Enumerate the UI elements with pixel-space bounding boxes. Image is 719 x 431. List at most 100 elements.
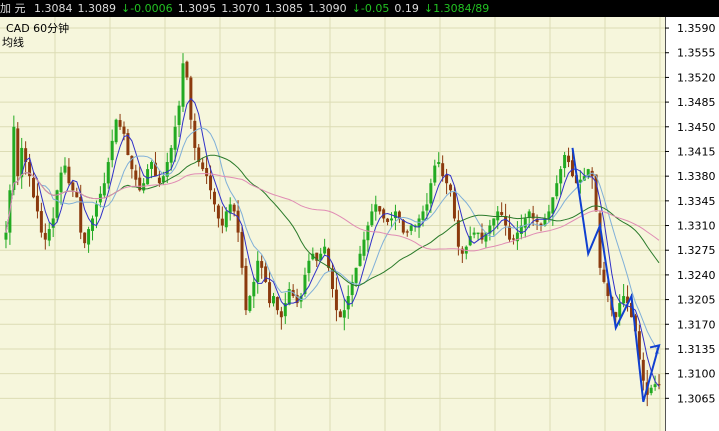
y-tick-label: 1.3205 bbox=[677, 294, 716, 307]
candle-body bbox=[106, 162, 110, 184]
candle-body bbox=[4, 232, 8, 240]
candle-body bbox=[47, 229, 51, 241]
candle-body bbox=[118, 120, 122, 127]
chart-ma-label: 均线 bbox=[2, 35, 24, 49]
candle-body bbox=[63, 165, 67, 173]
candle-body bbox=[256, 260, 260, 282]
candle-body bbox=[338, 311, 342, 318]
quote-field-8: 0.19 bbox=[394, 2, 419, 15]
candle-body bbox=[496, 211, 500, 221]
candle-body bbox=[193, 120, 197, 148]
candle-body bbox=[358, 253, 362, 266]
candle-body bbox=[173, 126, 177, 150]
quote-field-5: 1.3085 bbox=[264, 2, 304, 15]
candle-body bbox=[354, 267, 358, 283]
candlestick-chart[interactable]: 1.3590 1.3555 1.3520 1.3485 1.3450 1.3415 1.33… bbox=[0, 17, 719, 431]
y-tick-label: 1.3100 bbox=[677, 368, 716, 381]
candle-body bbox=[551, 197, 555, 214]
quote-field-0: 1.3084 bbox=[34, 2, 73, 15]
candle-body bbox=[268, 282, 272, 304]
candle-body bbox=[244, 265, 248, 311]
candle-body bbox=[169, 147, 173, 163]
candle-body bbox=[570, 160, 574, 177]
candle-body bbox=[641, 359, 645, 381]
candle-body bbox=[567, 155, 571, 163]
candle-body bbox=[59, 172, 63, 193]
candle-body bbox=[43, 232, 47, 240]
quote-fields: 1.3084 1.3089 ↓-0.0006 1.3095 1.3070 1.3085 1.… bbox=[34, 0, 494, 17]
quote-field-1: 1.3089 bbox=[77, 2, 117, 15]
candle-body bbox=[386, 218, 390, 222]
candle-body bbox=[602, 269, 606, 282]
candle-body bbox=[323, 246, 327, 254]
candle-body bbox=[16, 128, 20, 177]
chart-symbol-label: CAD 60分钟 bbox=[6, 21, 69, 35]
instrument-name: 加 元 bbox=[0, 2, 26, 15]
candle-body bbox=[390, 218, 394, 221]
candle-body bbox=[87, 229, 91, 245]
y-tick-label: 1.3415 bbox=[677, 145, 716, 158]
candle-body bbox=[39, 211, 43, 233]
y-tick-label: 1.3310 bbox=[677, 220, 716, 233]
candle-body bbox=[449, 184, 453, 191]
candle-body bbox=[236, 210, 240, 233]
candle-body bbox=[110, 140, 114, 161]
y-tick-label: 1.3240 bbox=[677, 269, 716, 282]
candle-body bbox=[508, 226, 512, 240]
candle-body bbox=[279, 311, 283, 318]
candle-body bbox=[252, 281, 256, 297]
candle-body bbox=[331, 268, 334, 289]
y-tick-label: 1.3135 bbox=[677, 343, 716, 356]
candle-body bbox=[445, 174, 449, 184]
y-tick-label: 1.3345 bbox=[677, 195, 716, 208]
y-tick-label: 1.3065 bbox=[677, 392, 716, 405]
candle-body bbox=[452, 192, 456, 219]
candle-body bbox=[275, 297, 279, 311]
quote-bar: 加 元 1.3084 1.3089 ↓-0.0006 1.3095 1.3070 1.30… bbox=[0, 0, 719, 17]
candle-body bbox=[492, 218, 496, 226]
candle-body bbox=[456, 220, 460, 247]
candle-body bbox=[476, 232, 480, 235]
candle-body bbox=[559, 169, 563, 184]
candle-body bbox=[409, 225, 413, 231]
candle-body bbox=[146, 169, 150, 185]
candle-body bbox=[618, 303, 622, 317]
candle-body bbox=[248, 296, 252, 311]
candle-body bbox=[504, 216, 508, 226]
candle-body bbox=[307, 260, 311, 274]
quote-field-4: 1.3070 bbox=[221, 2, 260, 15]
candle-body bbox=[433, 165, 437, 183]
candle-body bbox=[598, 213, 602, 268]
candle-body bbox=[122, 126, 126, 134]
candle-body bbox=[374, 204, 378, 212]
candle-body bbox=[205, 168, 209, 177]
y-tick-label: 1.3485 bbox=[677, 96, 716, 109]
candle-body bbox=[511, 238, 515, 240]
candle-body bbox=[405, 231, 409, 233]
y-tick-label: 1.3555 bbox=[677, 47, 716, 60]
candle-body bbox=[425, 204, 429, 211]
y-tick-label: 1.3380 bbox=[677, 170, 716, 183]
candle-body bbox=[212, 191, 216, 205]
candle-body bbox=[181, 63, 185, 107]
candle-body bbox=[649, 387, 653, 394]
candle-body bbox=[150, 162, 154, 169]
y-tick-label: 1.3170 bbox=[677, 318, 716, 331]
candle-body bbox=[71, 182, 75, 191]
quote-field-2: ↓-0.0006 bbox=[121, 2, 173, 15]
candle-body bbox=[260, 261, 264, 268]
candle-body bbox=[12, 126, 16, 191]
candle-body bbox=[102, 183, 106, 196]
candle-body bbox=[429, 183, 433, 204]
candle-body bbox=[555, 183, 559, 197]
candle-body bbox=[472, 232, 476, 235]
candle-body bbox=[500, 212, 504, 215]
candle-body bbox=[177, 105, 181, 125]
candle-body bbox=[114, 119, 118, 143]
candle-body bbox=[437, 162, 441, 165]
candle-body bbox=[216, 205, 220, 219]
candle-body bbox=[523, 218, 527, 228]
candle-body bbox=[370, 211, 374, 226]
candle-body bbox=[209, 175, 213, 191]
quote-field-9: ↓1.3084/89 bbox=[423, 2, 490, 15]
